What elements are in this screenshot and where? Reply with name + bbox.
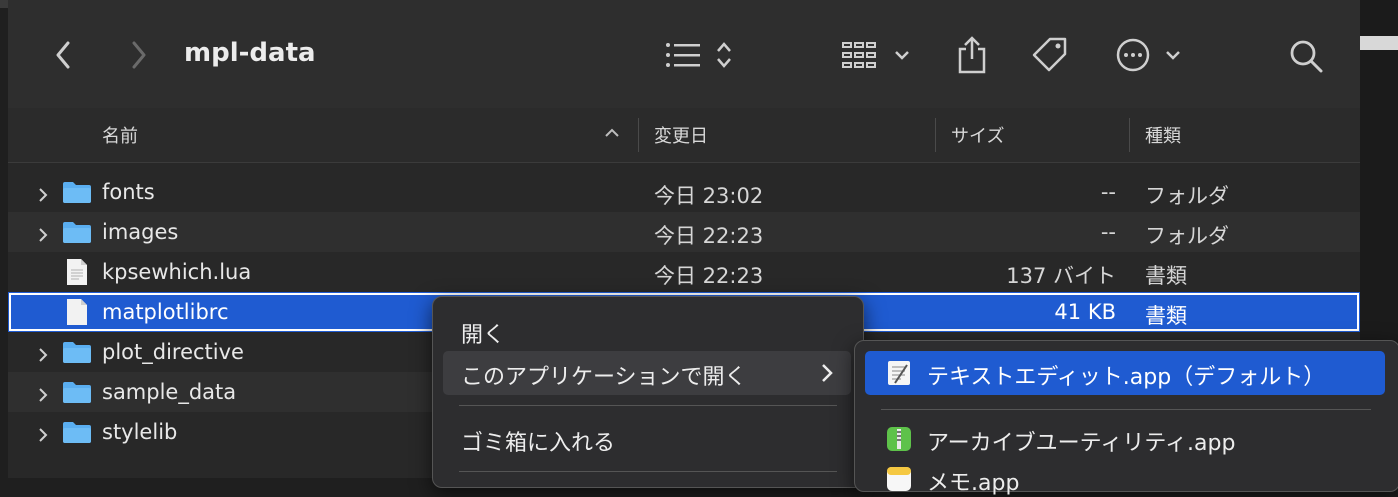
window-title: mpl-data (184, 38, 316, 68)
disclosure-chevron-icon[interactable] (38, 184, 48, 208)
menu-separator (459, 405, 837, 406)
context-menu: 開く このアプリケーションで開く ゴミ箱に入れる (432, 296, 864, 488)
file-name: stylelib (102, 420, 178, 444)
file-kind: 書類 (1145, 264, 1187, 288)
column-size[interactable]: サイズ (951, 122, 1004, 148)
toolbar: mpl-data (8, 0, 1360, 109)
file-size: -- (1100, 220, 1116, 244)
file-date: 今日 22:23 (654, 224, 764, 248)
column-header: 名前 変更日 サイズ 種類 (8, 108, 1360, 163)
file-kind: フォルダ (1145, 224, 1229, 248)
disclosure-chevron-icon[interactable] (38, 384, 48, 408)
menu-item-trash[interactable]: ゴミ箱に入れる (461, 425, 615, 457)
menu-item-open-with-label: このアプリケーションで開く (461, 365, 747, 390)
file-name: kpsewhich.lua (102, 260, 252, 284)
file-row-fonts[interactable]: fonts 今日 23:02 -- フォルダ (8, 172, 1360, 212)
column-date[interactable]: 変更日 (654, 122, 708, 148)
menu-item-archive-utility[interactable]: アーカイブユーティリティ.app (927, 425, 1235, 457)
file-name: images (102, 220, 179, 244)
sort-ascending-icon[interactable] (604, 128, 620, 138)
archive-utility-app-icon (885, 425, 913, 457)
menu-item-textedit-label: テキストエディット.app（デフォルト） (927, 365, 1326, 390)
menu-separator (881, 409, 1371, 410)
file-name: sample_data (102, 380, 237, 404)
file-name: matplotlibrc (102, 300, 229, 324)
chevron-right-icon[interactable] (128, 40, 150, 70)
file-size: 41 KB (1054, 300, 1116, 324)
ellipsis-circle-icon[interactable] (1114, 36, 1192, 74)
grid-group-icon[interactable] (840, 38, 916, 72)
notes-app-icon (885, 465, 913, 497)
file-row-images[interactable]: images 今日 22:23 -- フォルダ (8, 212, 1360, 252)
folder-icon (62, 340, 92, 369)
folder-icon (62, 380, 92, 409)
file-size: -- (1100, 180, 1116, 204)
file-row-kpsewhich[interactable]: kpsewhich.lua 今日 22:23 137 バイト 書類 (8, 252, 1360, 292)
list-view-icon[interactable] (662, 38, 742, 72)
share-icon[interactable] (952, 34, 992, 76)
menu-item-notes[interactable]: メモ.app (927, 465, 1019, 497)
tag-icon[interactable] (1028, 36, 1072, 74)
file-kind: フォルダ (1145, 184, 1229, 208)
document-icon (66, 258, 88, 291)
menu-item-open[interactable]: 開く (461, 317, 505, 349)
search-icon[interactable] (1288, 38, 1324, 74)
document-icon (66, 298, 88, 331)
disclosure-chevron-icon[interactable] (38, 344, 48, 368)
disclosure-chevron-icon[interactable] (38, 424, 48, 448)
file-size: 137 バイト (1006, 264, 1116, 288)
textedit-app-icon (885, 359, 913, 391)
file-kind: 書類 (1145, 304, 1187, 328)
file-name: fonts (102, 180, 155, 204)
column-name[interactable]: 名前 (102, 122, 138, 148)
disclosure-chevron-icon[interactable] (38, 224, 48, 248)
folder-icon (62, 420, 92, 449)
folder-icon (62, 180, 92, 209)
folder-icon (62, 220, 92, 249)
column-kind[interactable]: 種類 (1145, 122, 1181, 148)
chevron-left-icon[interactable] (52, 40, 74, 70)
file-date: 今日 22:23 (654, 264, 764, 288)
menu-separator (459, 471, 837, 472)
file-name: plot_directive (102, 340, 244, 364)
file-date: 今日 23:02 (654, 184, 764, 208)
submenu-chevron-icon (821, 363, 833, 383)
open-with-submenu: テキストエディット.app（デフォルト） アーカイブユーティリティ.app メモ… (854, 340, 1398, 496)
